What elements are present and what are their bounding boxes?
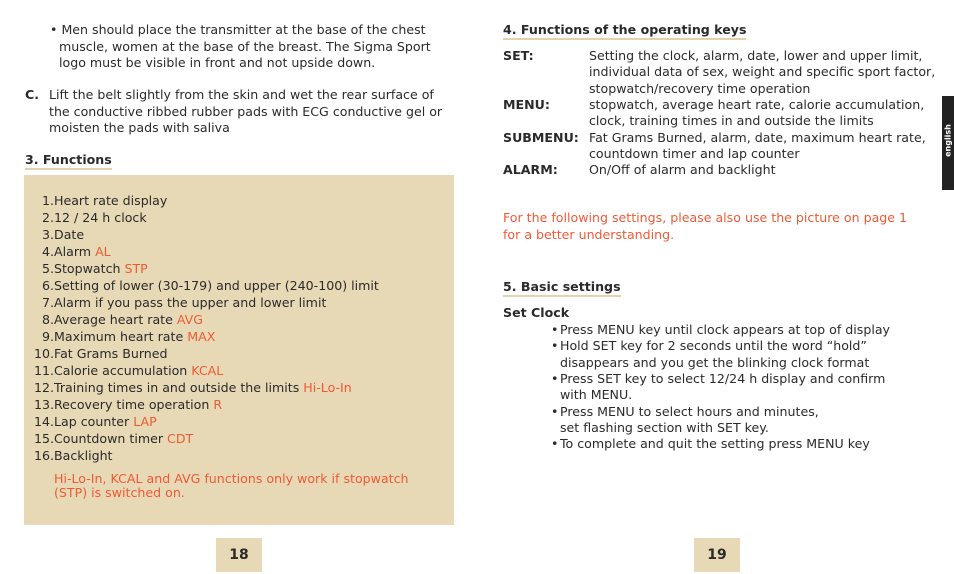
function-number: 6. <box>41 278 54 293</box>
function-code: AVG <box>176 312 204 327</box>
set-clock-step: set flashing section with SET key. <box>560 419 769 435</box>
key-description: stopwatch/recovery time operation <box>589 80 811 96</box>
function-code: R <box>213 397 223 412</box>
function-item: 8. Average heart rate AVG <box>24 311 454 328</box>
function-number: 14. <box>33 414 54 429</box>
function-code: KCAL <box>191 363 224 378</box>
function-code: Hi-Lo-In <box>303 380 352 395</box>
keys-heading: 4. Functions of the operating keys <box>503 22 747 40</box>
functions-box: 1. Heart rate display 2. 12 / 24 h clock 3. D… <box>24 175 454 525</box>
bullet: • <box>551 338 559 354</box>
function-item: 10. Fat Grams Burned <box>24 345 454 362</box>
function-label: Heart rate display <box>54 193 168 208</box>
key-description: Setting the clock, alarm, date, lower an… <box>589 48 923 63</box>
set-clock-step: Press MENU key until clock appears at to… <box>560 322 890 337</box>
function-label: Date <box>54 227 85 242</box>
key-label: SUBMENU: <box>503 129 579 145</box>
set-clock-step: Press MENU to select hours and minutes, <box>560 403 819 419</box>
function-item: 13. Recovery time operation R <box>24 396 454 413</box>
function-code: LAP <box>133 414 157 429</box>
function-number: 15. <box>33 431 54 446</box>
function-number: 5. <box>41 261 54 276</box>
functions-heading: 3. Functions <box>25 152 112 170</box>
function-number: 11. <box>33 363 54 378</box>
bullet: • <box>50 22 62 37</box>
set-clock-step: disappears and you get the blinking cloc… <box>560 354 870 370</box>
function-code: CDT <box>167 431 194 446</box>
function-code: STP <box>124 261 148 276</box>
function-item: 4. Alarm AL <box>24 243 454 260</box>
page-number-left: 18 <box>216 538 262 572</box>
function-number: 1. <box>41 193 54 208</box>
function-label: Stopwatch <box>54 261 125 276</box>
bullet: • <box>551 436 559 452</box>
function-number: 16. <box>33 448 54 463</box>
set-clock-step: To complete and quit the setting press M… <box>560 436 870 452</box>
function-number: 3. <box>41 227 54 242</box>
key-description: Fat Grams Burned, alarm, date, maximum h… <box>589 129 926 145</box>
set-clock-step: Hold SET key for 2 seconds until the wor… <box>560 338 867 354</box>
set-clock-step: Press SET key to select 12/24 h display … <box>560 370 886 386</box>
function-label: Average heart rate <box>54 312 177 327</box>
function-label: Fat Grams Burned <box>54 346 168 361</box>
function-label: Lap counter <box>54 414 134 429</box>
function-number: 12. <box>33 380 54 395</box>
set-clock-heading: Set Clock <box>503 305 570 320</box>
function-number: 10. <box>33 346 54 361</box>
function-label: Training times in and outside the limits <box>54 380 304 395</box>
key-label: SET: <box>503 48 534 63</box>
key-description: On/Off of alarm and backlight <box>589 162 776 178</box>
function-item: 9. Maximum heart rate MAX <box>24 328 454 345</box>
key-description: stopwatch, average heart rate, calorie a… <box>589 96 925 112</box>
page-number-right: 19 <box>694 538 740 572</box>
function-item: 11. Calorie accumulation KCAL <box>24 362 454 379</box>
function-number: 7. <box>41 295 54 310</box>
bullet-paragraph: • Men should place the transmitter at th… <box>50 22 431 70</box>
function-label: 12 / 24 h clock <box>54 210 147 225</box>
function-item: 7. Alarm if you pass the upper and lower … <box>24 294 454 311</box>
function-item: 3. Date <box>24 226 454 243</box>
bullet: • <box>551 370 559 386</box>
function-number: 8. <box>41 312 54 327</box>
set-clock-step: with MENU. <box>560 387 633 403</box>
function-label: Maximum heart rate <box>54 329 188 344</box>
function-item: 15. Countdown timer CDT <box>24 430 454 447</box>
function-label: Recovery time operation <box>54 397 214 412</box>
function-item: 12. Training times in and outside the lim… <box>24 379 454 396</box>
settings-hint: For the following settings, please also … <box>503 210 908 242</box>
function-label: Setting of lower (30-179) and upper (240… <box>54 278 379 293</box>
function-item: 5. Stopwatch STP <box>24 260 454 277</box>
function-label: Countdown timer <box>54 431 168 446</box>
key-label: MENU: <box>503 96 550 112</box>
key-label: ALARM: <box>503 162 558 178</box>
function-number: 4. <box>41 244 54 259</box>
basic-settings-heading: 5. Basic settings <box>503 279 621 297</box>
function-label: Alarm if you pass the upper and lower li… <box>54 295 327 310</box>
function-number: 2. <box>41 210 54 225</box>
function-item: 1. Heart rate display <box>24 192 454 209</box>
function-number: 9. <box>41 329 54 344</box>
key-description: countdown timer and lap counter <box>589 145 800 161</box>
bullet: • <box>551 322 559 337</box>
function-label: Backlight <box>54 448 113 463</box>
function-item: 2. 12 / 24 h clock <box>24 209 454 226</box>
function-code: MAX <box>187 329 216 344</box>
functions-note: Hi-Lo-In, KCAL and AVG functions only wo… <box>54 471 409 500</box>
function-item: 16. Backlight <box>24 447 454 464</box>
key-description: individual data of sex, weight and speci… <box>589 64 936 80</box>
function-label: Alarm <box>54 244 96 259</box>
function-number: 13. <box>33 397 54 412</box>
key-description: clock, training times in and outside the… <box>589 113 874 129</box>
function-label: Calorie accumulation <box>54 363 192 378</box>
step-c: C. Lift the belt slightly from the skin … <box>25 87 443 135</box>
language-tab: english <box>942 96 954 190</box>
function-code: AL <box>95 244 111 259</box>
function-item: 14. Lap counter LAP <box>24 413 454 430</box>
bullet: • <box>551 403 559 419</box>
function-item: 6. Setting of lower (30-179) and upper (2… <box>24 277 454 294</box>
